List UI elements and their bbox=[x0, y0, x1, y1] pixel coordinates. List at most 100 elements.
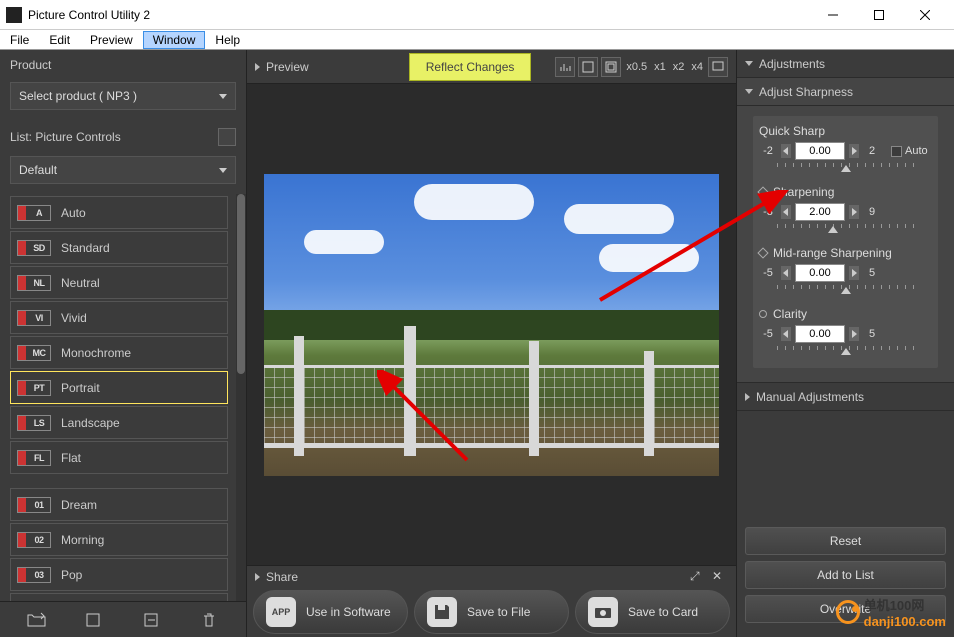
decrease-button[interactable] bbox=[781, 144, 791, 158]
left-toolbar bbox=[0, 601, 246, 637]
manual-adjustments-header[interactable]: Manual Adjustments bbox=[737, 383, 954, 411]
save-to-file-button[interactable]: Save to File bbox=[414, 590, 569, 634]
list-filter-dropdown[interactable]: Default bbox=[10, 156, 236, 184]
zoom-x2[interactable]: x2 bbox=[671, 61, 687, 73]
titlebar: Picture Control Utility 2 bbox=[0, 0, 954, 30]
watermark-logo bbox=[836, 600, 860, 624]
picture-control-label: Auto bbox=[61, 206, 86, 220]
picture-control-icon: LS bbox=[17, 415, 51, 431]
reset-button[interactable]: Reset bbox=[745, 527, 946, 555]
adjust-sharpness-header[interactable]: Adjust Sharpness bbox=[737, 78, 954, 106]
picture-control-label: Vivid bbox=[61, 311, 87, 325]
decrease-button[interactable] bbox=[781, 327, 791, 341]
quick-sharp-slider[interactable] bbox=[777, 163, 914, 173]
left-panel: Product Select product ( NP3 ) List: Pic… bbox=[0, 50, 247, 637]
list-section-label: List: Picture Controls bbox=[0, 120, 246, 152]
midrange-input[interactable] bbox=[795, 264, 845, 282]
list-options-button[interactable] bbox=[218, 128, 236, 146]
new-button[interactable] bbox=[80, 608, 108, 632]
zoom-x05[interactable]: x0.5 bbox=[624, 61, 649, 73]
quick-sharp-control: Quick Sharp -2 2 Auto bbox=[759, 124, 932, 173]
scrollbar[interactable] bbox=[236, 194, 246, 601]
midrange-slider[interactable] bbox=[777, 285, 914, 295]
picture-control-item-flat[interactable]: FLFlat bbox=[10, 441, 228, 474]
center-panel: Preview Reflect Changes x0.5 x1 x2 x4 bbox=[247, 50, 736, 637]
zoom-x1[interactable]: x1 bbox=[652, 61, 668, 73]
picture-control-item-portrait[interactable]: PTPortrait bbox=[10, 371, 228, 404]
picture-control-label: Portrait bbox=[61, 381, 100, 395]
clarity-input[interactable] bbox=[795, 325, 845, 343]
picture-control-list: AAuto SD Standard NLNeutral VI Vivid MC Monochr… bbox=[0, 194, 236, 601]
share-collapse-icon[interactable]: ⤢ bbox=[690, 569, 706, 585]
clarity-slider[interactable] bbox=[777, 346, 914, 356]
menu-window[interactable]: Window bbox=[143, 31, 206, 49]
expand-icon[interactable] bbox=[255, 63, 260, 71]
quick-sharp-input[interactable] bbox=[795, 142, 845, 160]
share-close-icon[interactable]: ✕ bbox=[712, 569, 728, 585]
picture-control-item-landscape[interactable]: LS Landscape bbox=[10, 406, 228, 439]
minimize-button[interactable] bbox=[810, 0, 856, 30]
decrease-button[interactable] bbox=[781, 205, 791, 219]
increase-button[interactable] bbox=[849, 327, 859, 341]
share-label: Share bbox=[266, 570, 298, 584]
increase-button[interactable] bbox=[849, 266, 859, 280]
picture-control-label: Pop bbox=[61, 568, 82, 582]
share-panel: Share ⤢ ✕ APPUse in Software Save to Fil… bbox=[247, 565, 736, 637]
delete-button[interactable] bbox=[195, 608, 223, 632]
use-in-software-button[interactable]: APPUse in Software bbox=[253, 590, 408, 634]
picture-control-item-vivid[interactable]: VI Vivid bbox=[10, 301, 228, 334]
decrease-button[interactable] bbox=[781, 266, 791, 280]
increase-button[interactable] bbox=[849, 144, 859, 158]
preview-viewport[interactable] bbox=[247, 84, 736, 565]
scrollbar-thumb[interactable] bbox=[237, 194, 245, 374]
preview-toolbar: Preview Reflect Changes x0.5 x1 x2 x4 bbox=[247, 50, 736, 84]
sharpening-input[interactable] bbox=[795, 203, 845, 221]
preview-label: Preview bbox=[266, 60, 309, 74]
picture-control-item-neutral[interactable]: NLNeutral bbox=[10, 266, 228, 299]
auto-checkbox[interactable]: Auto bbox=[891, 145, 928, 157]
menu-file[interactable]: File bbox=[0, 31, 39, 49]
picture-control-item-monochrome[interactable]: MC Monochrome bbox=[10, 336, 228, 369]
save-to-card-button[interactable]: Save to Card bbox=[575, 590, 730, 634]
edit-button[interactable] bbox=[138, 608, 166, 632]
picture-control-icon: SD bbox=[17, 240, 51, 256]
picture-control-item-sunday[interactable]: 04Sunday bbox=[10, 593, 228, 601]
picture-control-item-standard[interactable]: SD Standard bbox=[10, 231, 228, 264]
picture-control-icon: VI bbox=[17, 310, 51, 326]
add-to-list-button[interactable]: Add to List bbox=[745, 561, 946, 589]
picture-control-item-morning[interactable]: 02Morning bbox=[10, 523, 228, 556]
fit-button[interactable] bbox=[578, 57, 598, 77]
expand-icon[interactable] bbox=[255, 573, 260, 581]
zoom-x4[interactable]: x4 bbox=[689, 61, 705, 73]
chevron-down-icon bbox=[745, 61, 753, 66]
picture-control-label: Standard bbox=[61, 241, 110, 255]
picture-control-label: Monochrome bbox=[61, 346, 131, 360]
picture-control-icon: 01 bbox=[17, 497, 51, 513]
adjustments-header[interactable]: Adjustments bbox=[737, 50, 954, 78]
reflect-changes-button[interactable]: Reflect Changes bbox=[409, 53, 532, 81]
midrange-sharpening-control: Mid-range Sharpening -5 5 bbox=[759, 246, 932, 295]
picture-control-item-dream[interactable]: 01Dream bbox=[10, 488, 228, 521]
zoom-100-button[interactable] bbox=[601, 57, 621, 77]
picture-control-item-auto[interactable]: AAuto bbox=[10, 196, 228, 229]
chevron-right-icon bbox=[745, 393, 750, 401]
import-button[interactable] bbox=[23, 608, 51, 632]
app-icon bbox=[6, 7, 22, 23]
picture-control-icon: MC bbox=[17, 345, 51, 361]
histogram-button[interactable] bbox=[555, 57, 575, 77]
sharpening-slider[interactable] bbox=[777, 224, 914, 234]
menu-help[interactable]: Help bbox=[205, 31, 250, 49]
increase-button[interactable] bbox=[849, 205, 859, 219]
menubar: File Edit Preview Window Help bbox=[0, 30, 954, 50]
maximize-button[interactable] bbox=[856, 0, 902, 30]
product-dropdown[interactable]: Select product ( NP3 ) bbox=[10, 82, 236, 110]
chevron-down-icon bbox=[745, 89, 753, 94]
picture-control-label: Landscape bbox=[61, 416, 120, 430]
close-button[interactable] bbox=[902, 0, 948, 30]
navigator-button[interactable] bbox=[708, 57, 728, 77]
picture-control-label: Morning bbox=[61, 533, 104, 547]
menu-preview[interactable]: Preview bbox=[80, 31, 143, 49]
menu-edit[interactable]: Edit bbox=[39, 31, 80, 49]
adjust-sharpness-body: Quick Sharp -2 2 Auto Sharpening bbox=[737, 106, 954, 383]
picture-control-item-pop[interactable]: 03Pop bbox=[10, 558, 228, 591]
